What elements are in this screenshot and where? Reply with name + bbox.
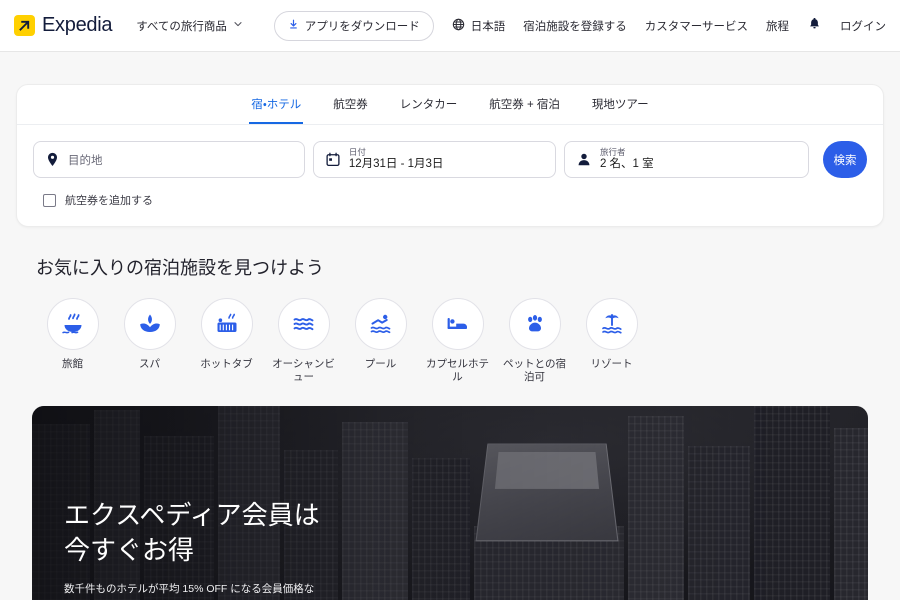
hot-tub-icon [200,298,253,350]
category-hot-tub[interactable]: ホットタブ [188,298,265,384]
add-flight-label: 航空券を追加する [65,195,153,207]
category-label: ペットとの宿泊可 [503,358,566,384]
category-label: スパ [139,358,160,370]
signin-link[interactable]: ログイン [840,18,886,34]
chevron-down-icon [233,19,243,32]
list-property-label: 宿泊施設を登録する [523,20,627,33]
hero-content: エクスペディア会員は今すぐお得 数千件ものホテルが平均 15% OFF になる会… [64,498,334,600]
category-label: オーシャンビュー [272,358,335,384]
palm-island-icon [585,298,638,350]
bell-icon [807,17,822,35]
download-app-label: アプリをダウンロード [304,20,420,33]
category-spa[interactable]: スパ [111,298,188,384]
tab-stays[interactable]: 宿・ホテル [249,85,304,124]
search-card: 宿・ホテル 航空券 レンタカー 航空券 + 宿泊 現地ツアー 目的地 日付 12… [16,84,884,227]
tab-cars[interactable]: レンタカー [398,85,460,124]
swimmer-icon [354,298,407,350]
category-pool[interactable]: プール [342,298,419,384]
waves-icon [277,298,330,350]
category-resort[interactable]: リゾート [573,298,650,384]
category-ocean-view[interactable]: オーシャンビュー [265,298,342,384]
globe-icon [452,18,465,34]
destination-input[interactable]: 目的地 [33,141,305,178]
tab-things-to-do[interactable]: 現地ツアー [590,85,651,124]
category-list: 旅館 スパ ホットタブ オーシャンビュー プール カプセルホテル ペットとの宿泊… [16,280,884,384]
header-nav: アプリをダウンロード 日本語 宿泊施設を登録する カスタマーサービス 旅程 ログ… [273,10,886,41]
language-selector[interactable]: 日本語 [452,18,506,34]
site-header: Expedia すべての旅行商品 アプリをダウンロード 日本語 宿泊施設を登録す… [0,0,900,52]
trips-link[interactable]: 旅程 [766,18,789,34]
expedia-logo[interactable]: Expedia [14,14,112,37]
travelers-label: 旅行者 [599,147,626,157]
notifications-button[interactable] [807,17,822,35]
search-button[interactable]: 検索 [823,141,867,178]
member-deals-hero-banner[interactable]: エクスペディア会員は今すぐお得 数千件ものホテルが平均 15% OFF になる会… [32,406,868,600]
category-label: プール [364,358,397,370]
logo-arrow-icon [14,15,35,36]
category-label: カプセルホテル [426,358,489,384]
travelers-input[interactable]: 旅行者 2 名、1 室 [563,141,809,178]
logo-text: Expedia [42,14,113,36]
tab-flight-hotel[interactable]: 航空券 + 宿泊 [487,85,562,124]
dates-label: 日付 [348,147,366,157]
download-app-button[interactable]: アプリをダウンロード [273,10,434,41]
add-flight-row[interactable]: 航空券を追加する [17,178,883,208]
hero-subtitle: 数千件ものホテルが平均 15% OFF になる会員価格など、特典が満載です。利用… [64,582,315,600]
dates-input[interactable]: 日付 12月31日 - 1月3日 [312,141,556,178]
expedia-homepage: Expedia すべての旅行商品 アプリをダウンロード 日本語 宿泊施設を登録す… [0,0,900,600]
paw-icon [508,298,561,350]
calendar-icon [326,152,340,167]
bed-icon [431,298,484,350]
customer-service-link[interactable]: カスタマーサービス [645,18,748,34]
search-tabs: 宿・ホテル 航空券 レンタカー 航空券 + 宿泊 現地ツアー [17,85,883,125]
tab-flights[interactable]: 航空券 [331,85,370,124]
all-travel-products-menu[interactable]: すべての旅行商品 [136,18,243,34]
hero-title: エクスペディア会員は今すぐお得 [64,500,320,565]
onsen-icon [46,298,99,350]
download-icon [288,19,299,33]
location-pin-icon [46,152,59,167]
trips-label: 旅程 [766,20,789,33]
category-label: ホットタブ [200,358,253,370]
customer-service-label: カスタマーサービス [644,20,748,33]
travelers-value: 2 名、1 室 [599,157,654,170]
add-flight-checkbox[interactable] [43,193,56,207]
all-travel-products-label: すべての旅行商品 [136,20,227,33]
category-pet-friendly[interactable]: ペットとの宿泊可 [496,298,573,384]
signin-label: ログイン [840,20,886,33]
person-icon [577,152,591,167]
page-title: お気に入りの宿泊施設を見つけよう [36,258,324,278]
category-label: リゾート [590,358,633,370]
category-label: 旅館 [62,358,83,370]
lotus-icon [123,298,176,350]
dates-value: 12月31日 - 1月3日 [348,157,444,170]
category-ryokan[interactable]: 旅館 [34,298,111,384]
search-fields: 目的地 日付 12月31日 - 1月3日 旅行者 2 名、1 室 検索 [17,125,883,178]
category-capsule-hotel[interactable]: カプセルホテル [419,298,496,384]
language-label: 日本語 [470,20,506,33]
destination-placeholder: 目的地 [68,154,103,167]
list-property-link[interactable]: 宿泊施設を登録する [523,18,627,34]
